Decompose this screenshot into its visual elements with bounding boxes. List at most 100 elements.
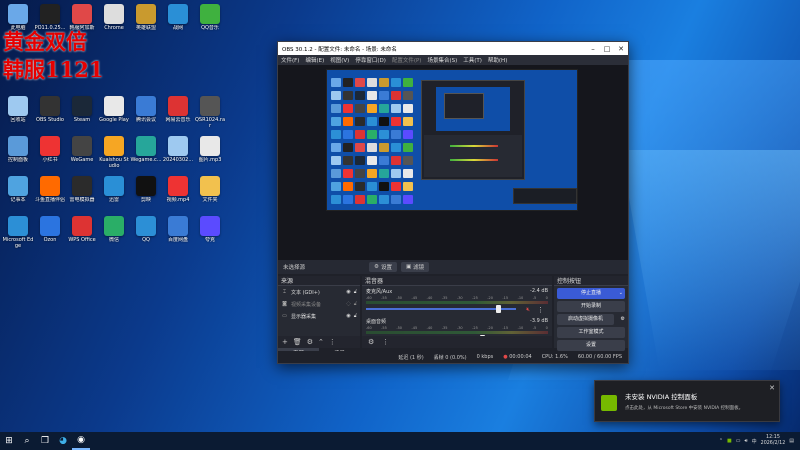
desktop-icon[interactable]: Wegame.c... xyxy=(130,136,162,169)
gear-icon[interactable]: ⚙ xyxy=(307,338,313,346)
app-icon xyxy=(72,176,92,196)
studio-mode-button[interactable]: 工作室模式 xyxy=(557,327,625,338)
menu-profile[interactable]: 配置文件(P) xyxy=(392,56,422,64)
desktop-icon[interactable]: Ozon xyxy=(34,216,66,249)
desktop-icon[interactable]: Chrome xyxy=(98,4,130,37)
desktop-icon[interactable]: 英雄联盟 xyxy=(130,4,162,37)
menu-scene-collection[interactable]: 场景集合(S) xyxy=(427,56,457,64)
edge-icon[interactable]: ◕ xyxy=(54,432,72,450)
start-virtual-camera-button[interactable]: 启动虚拟摄像机 ⚙ xyxy=(557,314,625,325)
app-icon xyxy=(168,216,188,236)
eye-icon[interactable]: ◉ xyxy=(346,313,350,319)
desktop-icon[interactable]: 雷电模拟器 xyxy=(66,176,98,209)
input-language[interactable]: 中 xyxy=(752,438,757,445)
desktop-icon-label: 网易云音乐 xyxy=(165,117,191,123)
lock-icon[interactable]: 🔓︎ xyxy=(354,289,357,295)
desktop-icon[interactable]: 小红书 xyxy=(34,136,66,169)
source-item[interactable]: ⌶ 文本 (GDI+) ◉ 🔓︎ xyxy=(278,286,360,298)
volume-icon[interactable]: 🔊︎ xyxy=(744,438,747,444)
desktop-icon[interactable]: QSR1024.rar xyxy=(194,96,226,129)
obs-titlebar[interactable]: OBS 30.1.2 - 配置文件: 未命名 - 场景: 未命名 – □ ✕ xyxy=(278,42,628,55)
desktop-icon[interactable]: 战网 xyxy=(162,4,194,37)
chevron-up-icon[interactable]: ⌃ xyxy=(318,338,324,346)
desktop-icon[interactable]: 控制面板 xyxy=(2,136,34,169)
nvidia-notification[interactable]: 未安装 NVIDIA 控制面板 点击此处，从 Microsoft Store 中… xyxy=(594,380,780,422)
desktop-icon[interactable]: 剪映 xyxy=(130,176,162,209)
menu-view[interactable]: 视图(V) xyxy=(330,56,349,64)
settings-button[interactable]: 设置 xyxy=(557,340,625,351)
add-icon[interactable]: + xyxy=(282,338,288,346)
stop-streaming-button[interactable]: 停止直播 ⌄ xyxy=(557,288,625,299)
eye-icon[interactable]: ◉ xyxy=(346,289,350,295)
close-icon[interactable]: ✕ xyxy=(614,45,628,53)
search-icon[interactable]: ⌕ xyxy=(18,432,36,450)
desktop-icon[interactable]: 腾讯会议 xyxy=(130,96,162,129)
eye-off-icon[interactable]: ◌ xyxy=(346,301,350,307)
desktop-icon-label: Chrome xyxy=(104,25,124,31)
nvidia-tray-icon[interactable]: ■ xyxy=(727,438,732,444)
chevron-up-icon[interactable]: ⌃ xyxy=(719,438,723,444)
sources-tools: + 🗑︎ ⚙ ⌃ ⋮ xyxy=(278,336,360,348)
app-icon xyxy=(40,176,60,196)
desktop-icon[interactable]: 网易云音乐 xyxy=(162,96,194,129)
windows-start-icon[interactable]: ⊞ xyxy=(0,432,18,450)
desktop-icon[interactable]: 视频.mp4 xyxy=(162,176,194,209)
minimize-icon[interactable]: – xyxy=(586,45,600,53)
preview-canvas[interactable] xyxy=(326,69,578,211)
gear-icon[interactable]: ⚙ xyxy=(368,338,374,346)
volume-slider[interactable] xyxy=(366,305,516,313)
desktop-icon[interactable]: 夸克 xyxy=(194,216,226,249)
desktop-icon[interactable]: QQ xyxy=(130,216,162,249)
network-icon[interactable]: ▭ xyxy=(736,438,741,444)
desktop-icon[interactable]: 迅雷 xyxy=(98,176,130,209)
desktop-icon[interactable]: 回收站 xyxy=(2,96,34,129)
desktop-icon[interactable]: OBS Studio xyxy=(34,96,66,129)
start-recording-button[interactable]: 开始录制 xyxy=(557,301,625,312)
desktop-icon[interactable]: Microsoft Edge xyxy=(2,216,34,249)
gear-icon[interactable]: ⚙ xyxy=(621,314,625,325)
desktop-icon[interactable]: 文件夹 xyxy=(194,176,226,209)
kebab-icon[interactable]: ⋮ xyxy=(537,306,544,314)
slider-handle[interactable] xyxy=(496,305,501,313)
menu-help[interactable]: 帮助(H) xyxy=(488,56,507,64)
lock-icon[interactable]: 🔓︎ xyxy=(354,301,357,307)
source-item[interactable]: ▭ 显示器采集 ◉ 🔓︎ xyxy=(278,310,360,322)
trash-icon[interactable]: 🗑︎ xyxy=(293,338,302,346)
desktop-icon[interactable]: 图片.mp3 xyxy=(194,136,226,169)
clock[interactable]: 12:15 2026/2/12 xyxy=(761,435,786,447)
speaker-muted-icon[interactable]: 🔇︎ xyxy=(526,306,530,314)
mixer-tools: ⚙ ⋮ xyxy=(362,336,552,348)
chevron-down-icon[interactable]: ⌄ xyxy=(619,288,623,299)
desktop-icon[interactable]: Google Play xyxy=(98,96,130,129)
menu-edit[interactable]: 编辑(E) xyxy=(305,56,324,64)
desktop-icon[interactable]: 斗鱼直播伴侣 xyxy=(34,176,66,209)
kebab-icon[interactable]: ⋮ xyxy=(382,338,389,346)
desktop-icon[interactable]: 20240302... xyxy=(162,136,194,169)
menu-file[interactable]: 文件(F) xyxy=(281,56,299,64)
app-icon xyxy=(200,176,220,196)
obs-taskbar-icon[interactable]: ◉ xyxy=(72,432,90,450)
menu-docks[interactable]: 停靠窗口(D) xyxy=(355,56,386,64)
notification-center-icon[interactable]: ▤ xyxy=(789,438,794,444)
desktop-icon[interactable]: 百度网盘 xyxy=(162,216,194,249)
filters-button[interactable]: ▣ 滤镜 xyxy=(400,262,430,272)
maximize-icon[interactable]: □ xyxy=(600,45,614,53)
desktop-icon[interactable]: Steam xyxy=(66,96,98,129)
desktop-icon[interactable]: WeGame xyxy=(66,136,98,169)
kebab-icon[interactable]: ⋮ xyxy=(329,338,336,346)
source-item[interactable]: ◙ 视频采集设备 ◌ 🔓︎ xyxy=(278,298,360,310)
source-settings-button[interactable]: ⚙ 设置 xyxy=(369,262,397,272)
desktop-icon[interactable]: Kuaishou Studio xyxy=(98,136,130,169)
close-icon[interactable]: ✕ xyxy=(769,384,775,392)
volume-meter xyxy=(366,331,548,334)
menu-tools[interactable]: 工具(T) xyxy=(463,56,482,64)
lock-icon[interactable]: 🔓︎ xyxy=(354,313,357,319)
desktop-icon[interactable]: QQ音乐 xyxy=(194,4,226,37)
task-view-icon[interactable]: ❐ xyxy=(36,432,54,450)
desktop-icon[interactable]: WPS Office xyxy=(66,216,98,249)
audio-mixer-dock: 混音器 麦克风/Aux -2.4 dB -60 -55 -50 -45 -40 -35 -30… xyxy=(362,276,552,348)
scale-tick: -15 xyxy=(502,296,509,300)
obs-window[interactable]: OBS 30.1.2 - 配置文件: 未命名 - 场景: 未命名 – □ ✕ 文… xyxy=(277,41,629,364)
desktop-icon[interactable]: 记事本 xyxy=(2,176,34,209)
desktop-icon[interactable]: 微信 xyxy=(98,216,130,249)
